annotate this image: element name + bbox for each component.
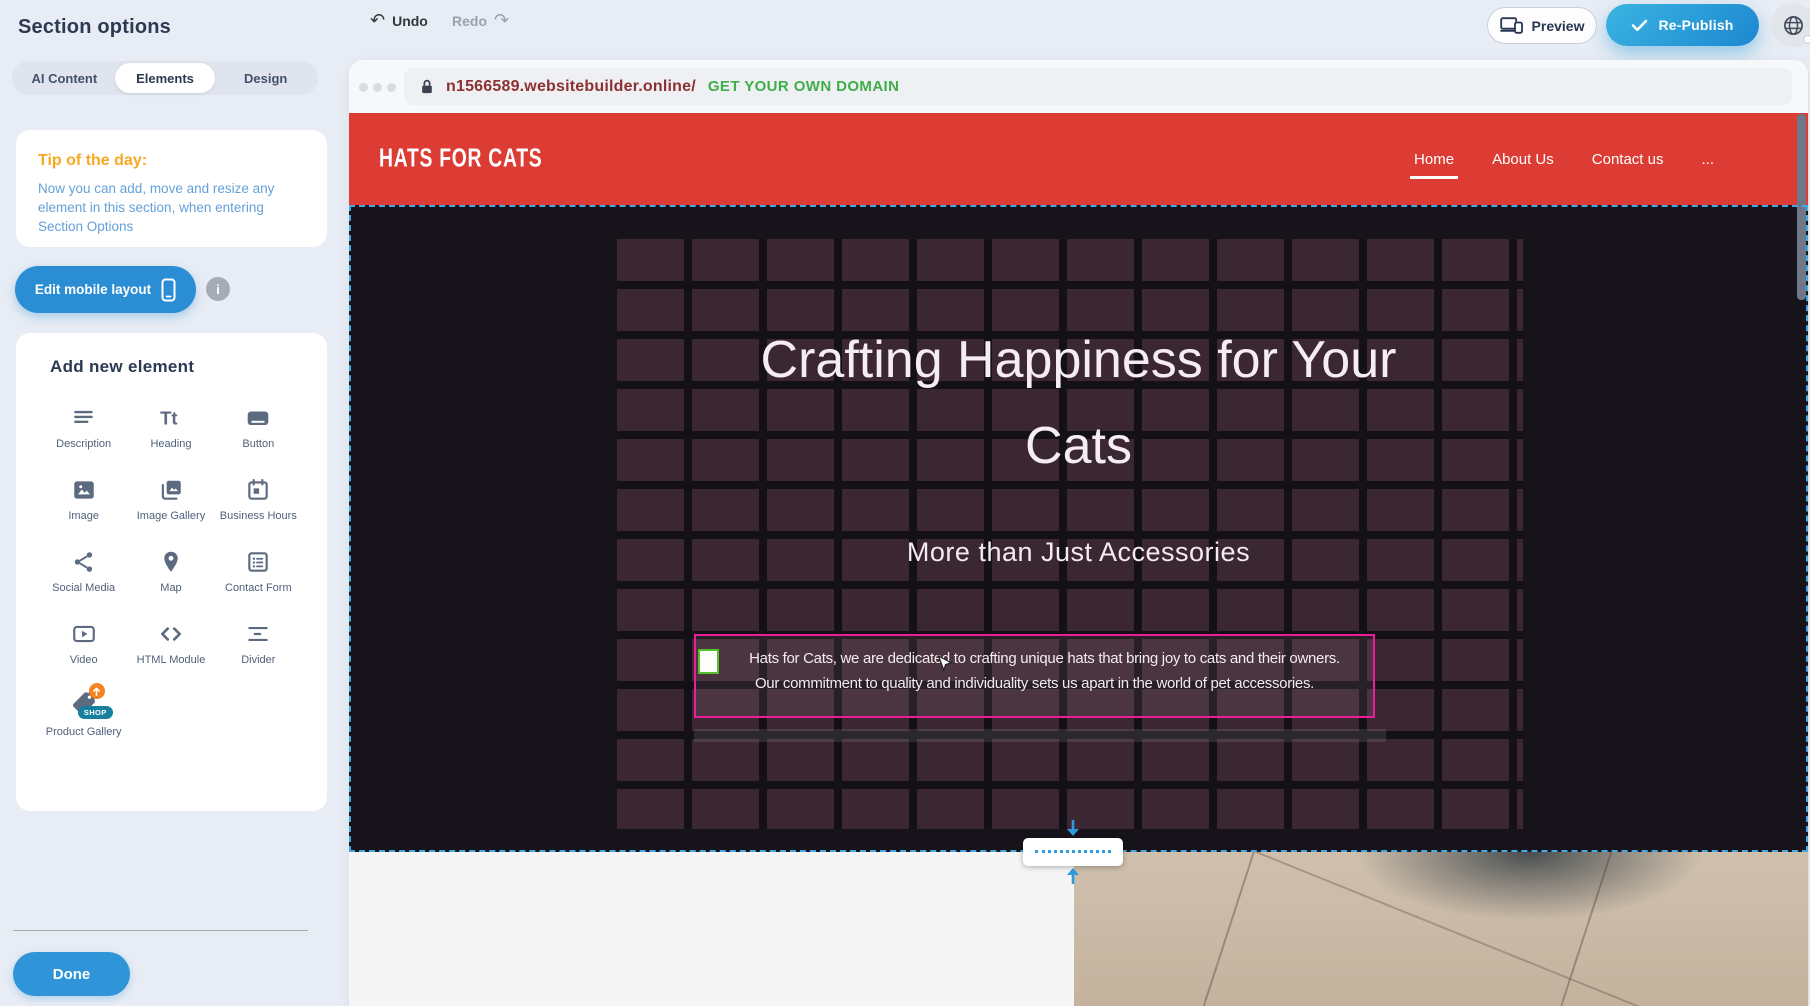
element-grid: Description Tt Heading Button Image Imag… xyxy=(40,395,302,739)
add-element-panel: Add new element Description Tt Heading B… xyxy=(16,333,327,811)
done-button[interactable]: Done xyxy=(13,952,130,996)
site-url: n1566589.websitebuilder.online/ xyxy=(446,78,696,96)
canvas-scrollbar[interactable] xyxy=(1797,114,1806,300)
phone-icon xyxy=(161,278,176,302)
business-hours-icon xyxy=(245,473,271,503)
element-button[interactable]: Button xyxy=(217,395,299,451)
element-description[interactable]: Description xyxy=(43,395,125,451)
hero-subheading[interactable]: More than Just Accessories xyxy=(779,537,1379,568)
undo-button[interactable]: ↶ Undo xyxy=(370,13,428,29)
image-gallery-icon xyxy=(158,473,184,503)
preview-button[interactable]: Preview xyxy=(1487,7,1597,44)
sidebar-divider xyxy=(13,930,308,931)
site-logo: HATS FOR CATS xyxy=(379,144,542,173)
shop-badge: SHOP xyxy=(78,706,113,719)
element-business-hours[interactable]: Business Hours xyxy=(217,467,299,523)
element-html-module[interactable]: HTML Module xyxy=(130,611,212,667)
nav-contact-us[interactable]: Contact us xyxy=(1592,151,1664,168)
page-title: Section options xyxy=(18,16,171,39)
devices-icon xyxy=(1500,17,1524,34)
tip-title: Tip of the day: xyxy=(38,152,305,170)
hero-description: Hats for Cats, we are dedicated to craft… xyxy=(696,646,1373,696)
get-domain-link[interactable]: GET YOUR OWN DOMAIN xyxy=(708,78,900,95)
check-icon xyxy=(1631,19,1648,32)
tab-elements[interactable]: Elements xyxy=(115,63,216,93)
element-product-gallery[interactable]: SHOP Product Gallery xyxy=(43,683,125,739)
mouse-cursor xyxy=(937,655,952,680)
ghost-element-placeholder xyxy=(694,729,1386,742)
map-icon xyxy=(158,545,184,575)
tip-body: Now you can add, move and resize any ele… xyxy=(38,179,305,236)
edit-mobile-layout-button[interactable]: Edit mobile layout xyxy=(15,266,196,313)
button-icon xyxy=(245,401,271,431)
republish-button[interactable]: Re-Publish xyxy=(1606,4,1759,46)
html-module-icon xyxy=(158,617,184,647)
tip-of-the-day-card: Tip of the day: Now you can add, move an… xyxy=(16,130,327,247)
redo-icon: ↷ xyxy=(494,13,509,29)
tab-design[interactable]: Design xyxy=(215,63,316,93)
divider-icon xyxy=(245,617,271,647)
resize-handle-dashes xyxy=(1035,850,1111,853)
element-map[interactable]: Map xyxy=(130,539,212,595)
element-image-gallery[interactable]: Image Gallery xyxy=(130,467,212,523)
nav-more[interactable]: ... xyxy=(1701,151,1714,168)
browser-chrome: n1566589.websitebuilder.online/ GET YOUR… xyxy=(349,60,1808,113)
globe-status-dot xyxy=(1803,35,1810,44)
nav-home[interactable]: Home xyxy=(1414,151,1454,168)
element-image[interactable]: Image xyxy=(43,467,125,523)
element-contact-form[interactable]: Contact Form xyxy=(217,539,299,595)
element-drag-handle[interactable] xyxy=(698,649,719,674)
add-element-title: Add new element xyxy=(50,357,327,377)
lock-icon xyxy=(420,78,434,95)
hero-section[interactable]: Crafting Happiness for Your Cats More th… xyxy=(349,205,1808,852)
element-video[interactable]: Video xyxy=(43,611,125,667)
tab-ai-content[interactable]: AI Content xyxy=(14,63,115,93)
selected-description-element[interactable]: Hats for Cats, we are dedicated to craft… xyxy=(694,634,1375,718)
window-dots-icon xyxy=(359,83,396,92)
undo-icon: ↶ xyxy=(370,13,385,29)
upgrade-badge-icon xyxy=(89,683,105,699)
video-icon xyxy=(71,617,97,647)
site-nav: Home About Us Contact us ... xyxy=(1414,151,1714,168)
heading-icon: Tt xyxy=(158,401,184,431)
site-preview-window: n1566589.websitebuilder.online/ GET YOUR… xyxy=(349,60,1808,1006)
nav-about-us[interactable]: About Us xyxy=(1492,151,1554,168)
element-heading[interactable]: Tt Heading xyxy=(130,395,212,451)
site-header: HATS FOR CATS Home About Us Contact us .… xyxy=(349,113,1808,205)
redo-button[interactable]: Redo ↷ xyxy=(452,13,509,29)
element-social-media[interactable]: Social Media xyxy=(43,539,125,595)
social-media-icon xyxy=(71,545,97,575)
product-gallery-icon: SHOP xyxy=(67,689,101,719)
image-icon xyxy=(71,473,97,503)
description-icon xyxy=(71,401,97,431)
globe-icon xyxy=(1782,14,1805,37)
language-globe-button[interactable] xyxy=(1771,3,1810,47)
next-section-blank xyxy=(349,852,1074,1006)
address-bar: n1566589.websitebuilder.online/ GET YOUR… xyxy=(404,68,1792,105)
section-resize-handle[interactable] xyxy=(1023,818,1123,886)
hero-heading[interactable]: Crafting Happiness for Your Cats xyxy=(754,317,1404,489)
section-options-tabs: AI Content Elements Design xyxy=(12,61,318,95)
info-icon[interactable]: i xyxy=(206,277,230,301)
contact-form-icon xyxy=(245,545,271,575)
floor-photo xyxy=(1074,852,1808,1006)
element-divider[interactable]: Divider xyxy=(217,611,299,667)
svg-text:Tt: Tt xyxy=(160,408,177,429)
